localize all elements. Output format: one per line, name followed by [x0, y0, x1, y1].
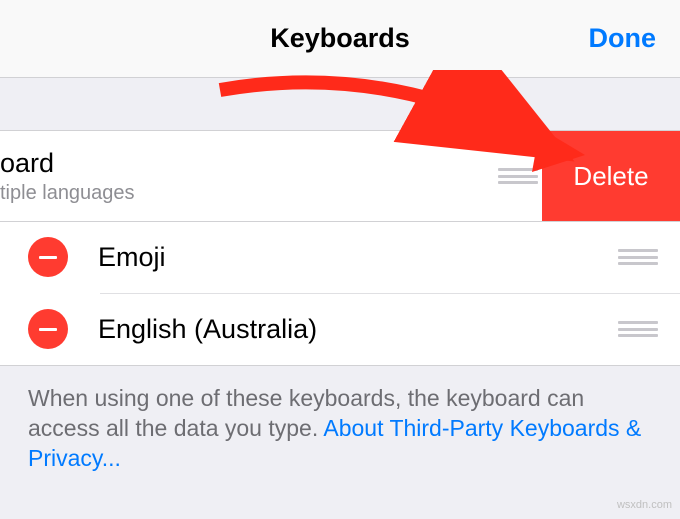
- delete-button[interactable]: Delete: [542, 131, 680, 221]
- footer-description: When using one of these keyboards, the k…: [0, 366, 680, 474]
- keyboard-label: Emoji: [98, 242, 618, 273]
- keyboard-name-partial: oard: [0, 147, 135, 179]
- watermark: wsxdn.com: [617, 499, 672, 511]
- swiped-content: oard tiple languages: [0, 131, 560, 221]
- reorder-handle-icon[interactable]: [498, 168, 538, 184]
- done-button[interactable]: Done: [589, 23, 657, 54]
- keyboard-row[interactable]: English (Australia): [0, 293, 680, 365]
- keyboard-row[interactable]: Emoji: [0, 221, 680, 293]
- reorder-handle-icon[interactable]: [618, 321, 658, 337]
- remove-minus-icon[interactable]: [28, 309, 68, 349]
- navigation-bar: Keyboards Done: [0, 0, 680, 78]
- keyboard-label: English (Australia): [98, 314, 618, 345]
- remove-minus-icon[interactable]: [28, 237, 68, 277]
- reorder-handle-icon[interactable]: [618, 249, 658, 265]
- section-gap: [0, 78, 680, 130]
- page-title: Keyboards: [270, 23, 410, 54]
- keyboard-subtitle-partial: tiple languages: [0, 181, 135, 205]
- keyboard-row-swiped[interactable]: oard tiple languages Delete: [0, 131, 680, 221]
- keyboards-list: oard tiple languages Delete Emoji Englis…: [0, 130, 680, 366]
